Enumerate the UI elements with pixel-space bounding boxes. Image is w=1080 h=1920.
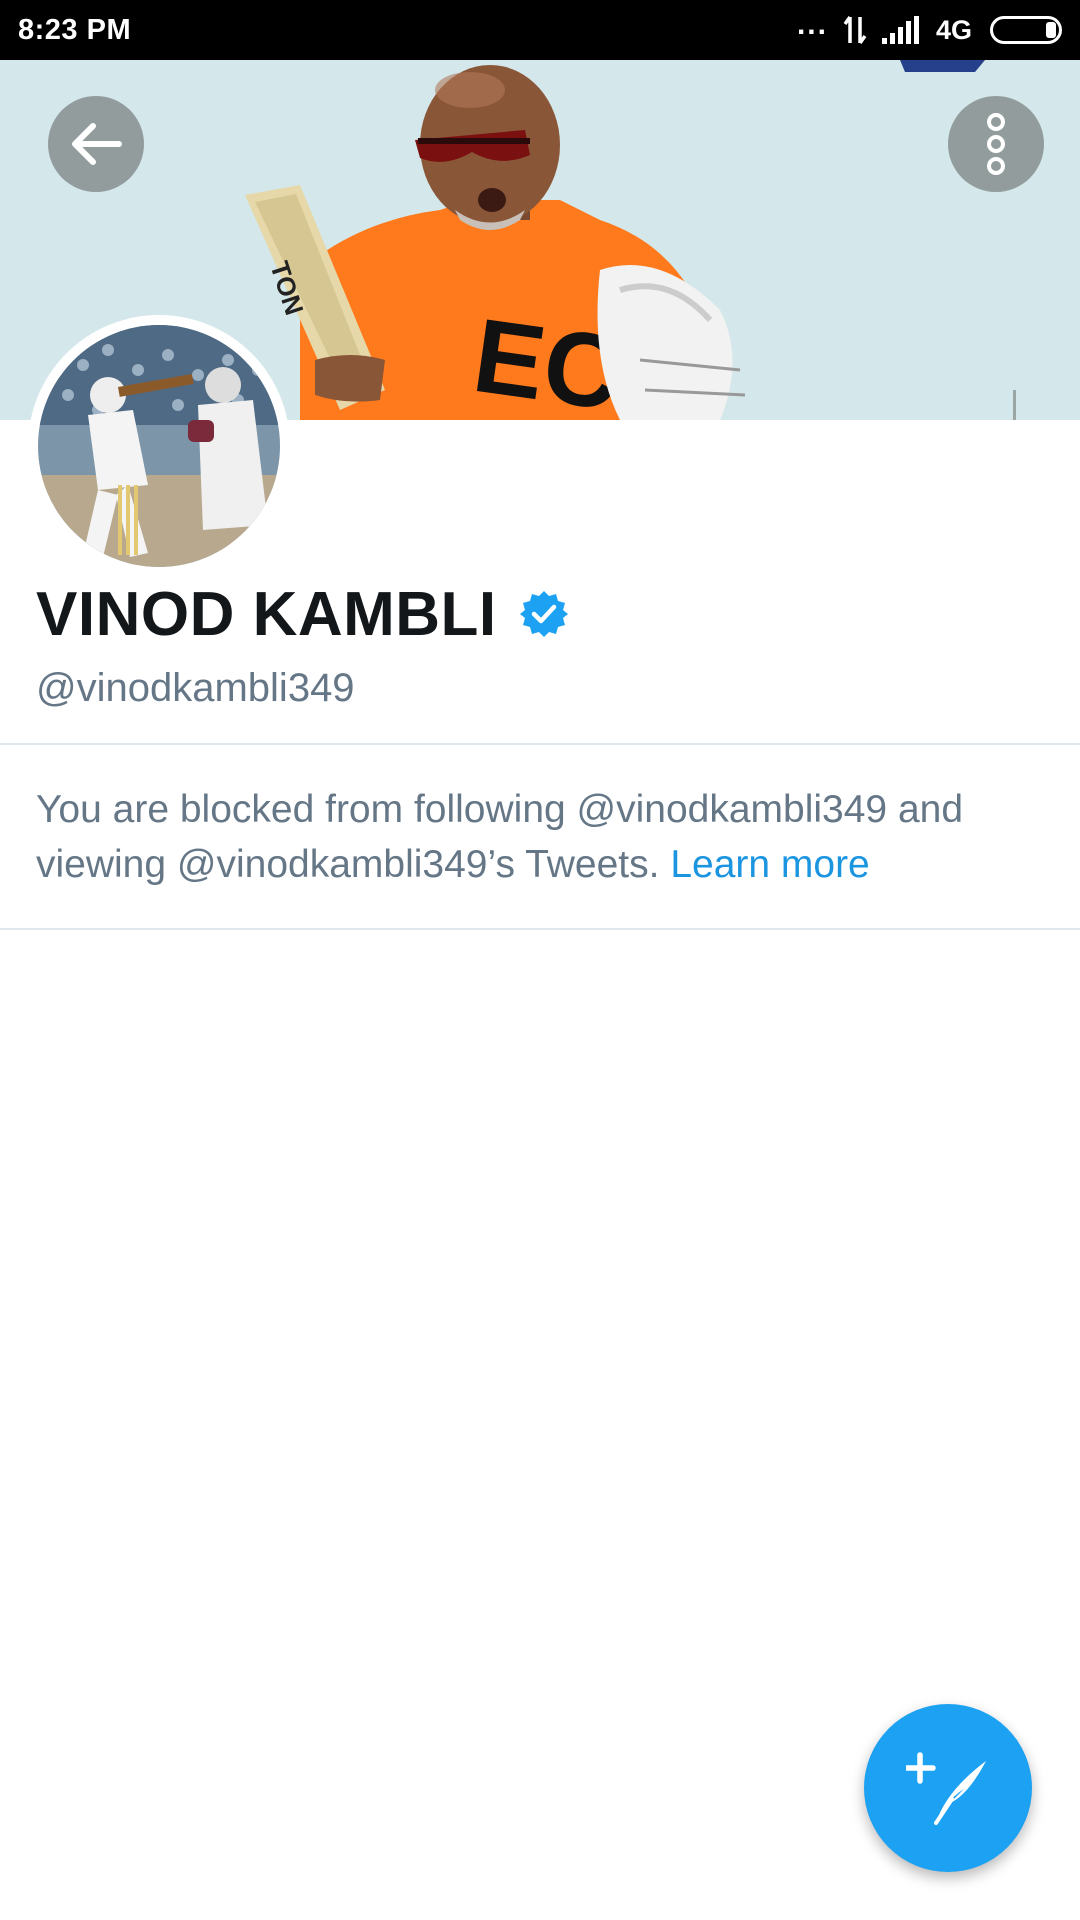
back-button[interactable] bbox=[48, 96, 144, 192]
network-type: 4G bbox=[935, 14, 972, 45]
learn-more-link[interactable]: Learn more bbox=[670, 843, 869, 886]
blocked-notice: You are blocked from following @vinodkam… bbox=[36, 782, 1056, 892]
notification-dots: ... bbox=[796, 8, 828, 41]
battery-icon bbox=[990, 16, 1062, 44]
more-options-button[interactable] bbox=[948, 96, 1044, 192]
avatar[interactable] bbox=[28, 315, 290, 577]
arrow-left-icon bbox=[72, 123, 122, 165]
data-transfer-icon bbox=[843, 15, 867, 45]
signal-icon bbox=[881, 16, 919, 44]
status-time: 8:23 PM bbox=[18, 13, 132, 46]
compose-tweet-icon bbox=[906, 1752, 986, 1825]
more-vertical-icon bbox=[987, 113, 1005, 175]
profile-handle: @vinodkambli349 bbox=[36, 666, 355, 710]
divider bbox=[0, 743, 1080, 745]
divider bbox=[0, 928, 1080, 930]
compose-tweet-button[interactable] bbox=[864, 1704, 1032, 1872]
verified-badge-icon bbox=[519, 591, 568, 637]
avatar-image bbox=[38, 325, 280, 567]
profile-name-row: VINOD KAMBLI bbox=[36, 578, 569, 650]
display-name: VINOD KAMBLI bbox=[36, 579, 497, 649]
status-bar: 8:23 PM ... 4G bbox=[0, 0, 1080, 60]
status-icons: ... 4G bbox=[797, 10, 1062, 46]
